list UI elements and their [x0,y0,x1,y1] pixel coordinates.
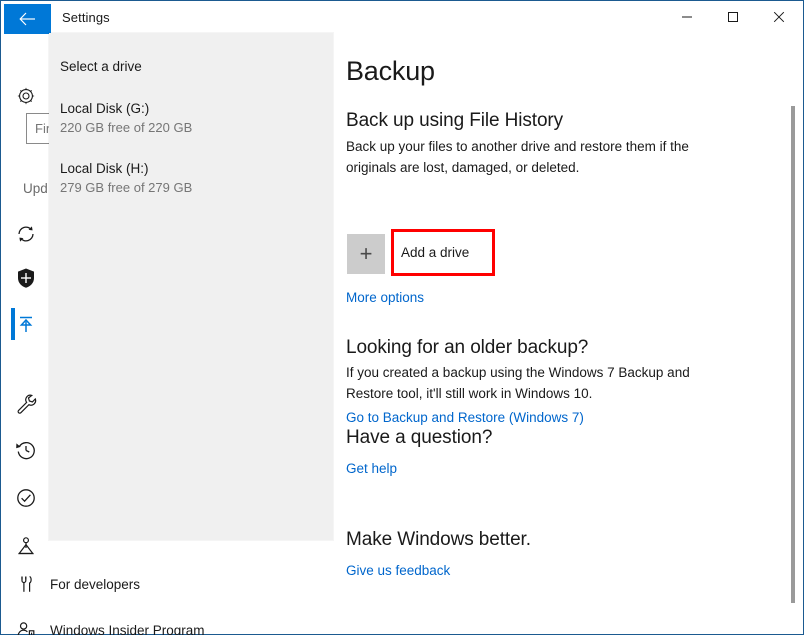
drive-capacity: 279 GB free of 279 GB [60,180,192,195]
shield-icon [2,267,50,289]
find-my-device-icon [2,535,50,557]
section-heading-older-backup: Looking for an older backup? [346,337,588,359]
plus-icon: + [360,243,373,265]
maximize-icon [727,11,739,23]
back-arrow-icon [19,12,36,26]
list-item[interactable]: Local Disk (G:) 220 GB free of 220 GB [49,101,333,147]
close-button[interactable] [756,1,802,32]
section-heading-file-history: Back up using File History [346,110,563,132]
drive-name: Local Disk (H:) [60,161,149,176]
backup-and-restore-link[interactable]: Go to Backup and Restore (Windows 7) [346,410,584,425]
wrench-icon [2,393,50,415]
sidebar-item-windows-insider-program[interactable]: Windows Insider Program [2,608,334,635]
more-options-link[interactable]: More options [346,290,424,305]
developer-tools-icon [2,573,50,595]
maximize-button[interactable] [710,1,756,32]
sidebar-item-label: For developers [50,577,140,592]
section-body-older-backup: If you created a backup using the Window… [346,362,738,404]
close-icon [773,11,785,23]
add-drive-plus-button[interactable]: + [347,234,385,274]
section-heading-have-a-question: Have a question? [346,427,492,449]
title-bar: Settings [1,1,803,36]
section-heading-make-windows-better: Make Windows better. [346,529,531,551]
select-a-drive-flyout: Select a drive Local Disk (G:) 220 GB fr… [49,33,333,540]
gear-icon [2,86,50,106]
flyout-title: Select a drive [60,59,142,74]
sidebar-group-label: Upd [23,181,48,196]
activation-check-icon [2,487,50,509]
sidebar-item-for-developers[interactable]: For developers [2,562,334,606]
recovery-clock-icon [2,439,50,461]
backup-settings-page: Backup Back up using File History Back u… [334,36,803,634]
page-title: Backup [346,56,435,87]
add-a-drive-button[interactable]: Add a drive [391,229,495,276]
list-item[interactable]: Local Disk (H:) 279 GB free of 279 GB [49,161,333,207]
window-title: Settings [62,10,110,25]
section-body-file-history: Back up your files to another drive and … [346,136,738,178]
content-scrollbar[interactable] [788,106,798,603]
sidebar-item-label: Windows Insider Program [50,623,205,635]
scrollbar-thumb[interactable] [791,106,795,603]
minimize-icon [681,11,693,23]
back-button[interactable] [4,4,51,34]
minimize-button[interactable] [664,1,710,32]
add-a-drive-label: Add a drive [401,245,469,260]
settings-window: Settings [0,0,804,635]
drive-capacity: 220 GB free of 220 GB [60,120,192,135]
selection-indicator [11,308,15,340]
drive-name: Local Disk (G:) [60,101,149,116]
insider-person-icon [2,619,50,635]
backup-upload-arrow-icon [2,313,50,335]
get-help-link[interactable]: Get help [346,461,397,476]
give-us-feedback-link[interactable]: Give us feedback [346,563,450,578]
sync-refresh-icon [2,223,50,245]
